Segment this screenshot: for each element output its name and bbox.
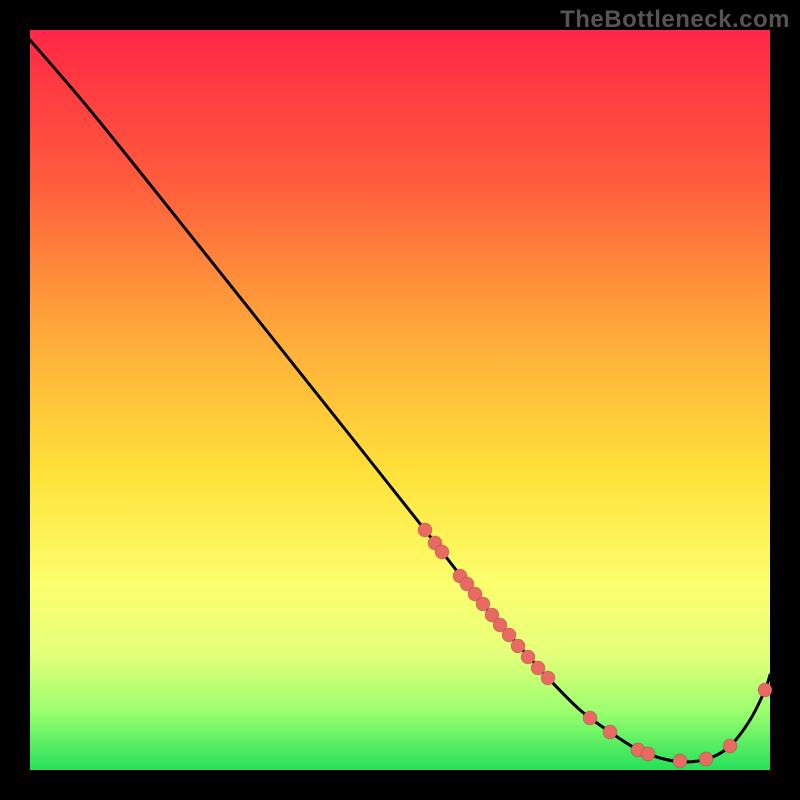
data-dot [603, 725, 617, 739]
curve-dots [418, 523, 772, 768]
data-dot [641, 747, 655, 761]
bottleneck-curve [30, 40, 770, 762]
chart-frame: TheBottleneck.com [0, 0, 800, 800]
plot-area [30, 30, 770, 770]
data-dot [758, 683, 772, 697]
data-dot [699, 752, 713, 766]
data-dot [723, 739, 737, 753]
data-dot [673, 754, 687, 768]
data-dot [541, 671, 555, 685]
data-dot [418, 523, 432, 537]
data-dot [435, 545, 449, 559]
curve-layer [30, 30, 770, 770]
data-dot [511, 639, 525, 653]
data-dot [583, 711, 597, 725]
data-dot [521, 650, 535, 664]
